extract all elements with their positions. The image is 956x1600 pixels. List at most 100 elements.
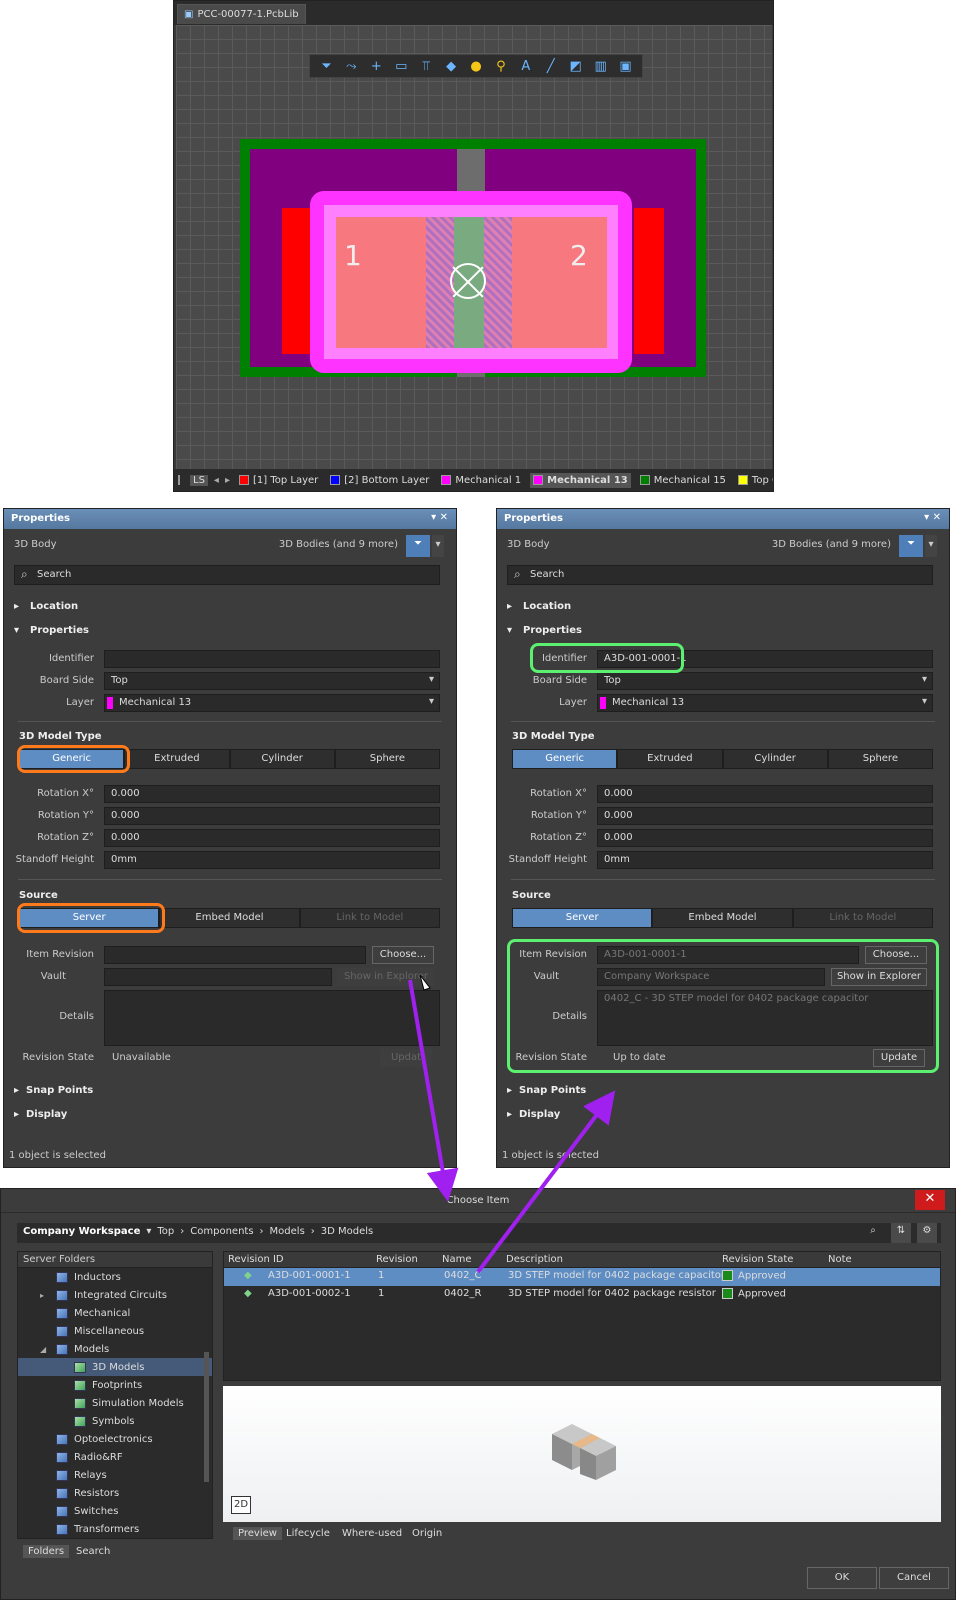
folders-tab[interactable]: Folders bbox=[23, 1545, 70, 1558]
source-link-to-model[interactable]: Link to Model bbox=[792, 908, 933, 928]
current-layer-swatch[interactable] bbox=[178, 475, 180, 485]
panel-controls-icon[interactable]: ▾ ✕ bbox=[924, 512, 941, 523]
folders-header[interactable]: Server Folders bbox=[18, 1252, 212, 1268]
refresh-icon[interactable]: ⇅ bbox=[891, 1223, 911, 1243]
align-icon[interactable]: ⫪ bbox=[416, 59, 436, 74]
table-row[interactable]: ◆ A3D-001-0001-1 1 0402_C 3D STEP model for … bbox=[224, 1268, 940, 1286]
location-section[interactable]: ▸ bbox=[507, 601, 512, 612]
display-section[interactable]: ▸ bbox=[14, 1109, 19, 1120]
folder-item[interactable]: Radio&RF bbox=[18, 1448, 212, 1466]
show-in-explorer-button[interactable]: Show in Explorer bbox=[338, 968, 434, 986]
source-embed-model[interactable]: Embed Model bbox=[652, 908, 793, 928]
snap-points-section[interactable]: ▸ bbox=[14, 1085, 19, 1096]
ok-button[interactable]: OK bbox=[807, 1567, 877, 1589]
cancel-button[interactable]: Cancel bbox=[879, 1567, 949, 1589]
folder-item[interactable]: Simulation Models bbox=[18, 1394, 212, 1412]
breadcrumb-item[interactable]: Top bbox=[157, 1226, 174, 1240]
rotation-z-field[interactable]: 0.000 bbox=[597, 829, 933, 847]
details-field[interactable] bbox=[104, 990, 440, 1046]
folder-item[interactable]: ▸ Integrated Circuits bbox=[18, 1286, 212, 1304]
layer-tab[interactable]: [2] Bottom Layer bbox=[327, 473, 432, 488]
column-header[interactable]: Revision ID bbox=[228, 1254, 284, 1265]
panel-controls-icon[interactable]: ▾ ✕ bbox=[431, 512, 448, 523]
filter-dropdown-icon[interactable]: ▾ bbox=[432, 535, 444, 557]
model-type-extruded[interactable]: Extruded bbox=[124, 749, 230, 769]
folder-item[interactable]: ◢ Models bbox=[18, 1340, 212, 1358]
cross-icon[interactable]: + bbox=[366, 59, 386, 74]
gear-icon[interactable]: ⚙ bbox=[917, 1223, 937, 1243]
filter-button[interactable]: ⏷ bbox=[406, 535, 430, 557]
layer-select[interactable]: Mechanical 13 bbox=[597, 694, 933, 712]
breadcrumb-item[interactable]: 3D Models bbox=[321, 1226, 373, 1240]
source-embed-model[interactable]: Embed Model bbox=[159, 908, 300, 928]
preview-tab[interactable]: Origin bbox=[407, 1527, 447, 1540]
layer-tab[interactable]: Mechanical 15 bbox=[637, 473, 729, 488]
filter-icon[interactable]: ⏷ bbox=[316, 59, 336, 74]
line-icon[interactable]: ╱ bbox=[541, 59, 561, 74]
board-side-select[interactable]: Top bbox=[104, 672, 440, 690]
standoff-height-field[interactable]: 0mm bbox=[104, 851, 440, 869]
snap-points-section[interactable]: ▸ bbox=[507, 1085, 512, 1096]
properties-section[interactable]: ▾ bbox=[507, 625, 512, 636]
filter-button[interactable]: ⏷ bbox=[899, 535, 923, 557]
folder-item[interactable]: Transformers bbox=[18, 1520, 212, 1538]
choose-button[interactable]: Choose... bbox=[372, 946, 434, 964]
rotation-z-field[interactable]: 0.000 bbox=[104, 829, 440, 847]
pad-icon[interactable]: ● bbox=[466, 59, 486, 74]
rotation-x-field[interactable]: 0.000 bbox=[104, 785, 440, 803]
layer-tab[interactable]: [1] Top Layer bbox=[236, 473, 321, 488]
search-input[interactable]: Search bbox=[507, 565, 933, 585]
folder-item[interactable]: 3D Models bbox=[18, 1358, 212, 1376]
scroll-left-icon[interactable]: ◂ bbox=[214, 475, 219, 486]
model-type-cylinder[interactable]: Cylinder bbox=[722, 749, 828, 769]
top-layer-pad-right[interactable] bbox=[634, 208, 664, 354]
close-icon[interactable]: ✕ bbox=[915, 1190, 945, 1210]
item-revision-field[interactable] bbox=[104, 946, 366, 964]
workspace-selector[interactable]: Company Workspace bbox=[23, 1226, 140, 1240]
column-header[interactable]: Description bbox=[506, 1254, 563, 1265]
chart-icon[interactable]: ▥ bbox=[591, 59, 611, 74]
top-layer-pad-left[interactable] bbox=[282, 208, 312, 354]
column-header[interactable]: Revision bbox=[376, 1254, 418, 1265]
view-icon[interactable]: ▣ bbox=[616, 59, 636, 74]
folder-item[interactable]: Footprints bbox=[18, 1376, 212, 1394]
pcb-canvas[interactable]: ⏷ ⤳ + ▭ ⫪ ◆ ● ⚲ A ╱ ◩ ▥ ▣ 1 2 bbox=[176, 25, 772, 469]
select-rect-icon[interactable]: ▭ bbox=[391, 59, 411, 74]
layer-tab[interactable]: Mechanical 1 bbox=[438, 473, 524, 488]
column-header[interactable]: Revision State bbox=[722, 1254, 793, 1265]
search-icon[interactable]: ⌕ bbox=[863, 1223, 883, 1243]
folder-item[interactable]: Mechanical bbox=[18, 1304, 212, 1322]
collapse-icon[interactable]: ◢ bbox=[40, 1345, 46, 1354]
folder-item[interactable]: Inductors bbox=[18, 1268, 212, 1286]
preview-tab[interactable]: Lifecycle bbox=[281, 1527, 335, 1540]
folders-tab[interactable]: Search bbox=[71, 1545, 115, 1558]
layer-select[interactable]: Mechanical 13 bbox=[104, 694, 440, 712]
model-type-sphere[interactable]: Sphere bbox=[334, 749, 440, 769]
column-header[interactable]: Name bbox=[442, 1254, 472, 1265]
standoff-height-field[interactable]: 0mm bbox=[597, 851, 933, 869]
breadcrumb-item[interactable]: Components bbox=[190, 1226, 253, 1240]
via-icon[interactable]: ⚲ bbox=[491, 59, 511, 74]
model-type-sphere[interactable]: Sphere bbox=[827, 749, 933, 769]
dimension-icon[interactable]: ◩ bbox=[566, 59, 586, 74]
source-server[interactable]: Server bbox=[512, 908, 653, 928]
route-icon[interactable]: ⤳ bbox=[341, 59, 361, 74]
folder-item[interactable]: Relays bbox=[18, 1466, 212, 1484]
board-side-select[interactable]: Top bbox=[597, 672, 933, 690]
display-section[interactable]: ▸ bbox=[507, 1109, 512, 1120]
scroll-right-icon[interactable]: ▸ bbox=[225, 475, 230, 486]
identifier-field[interactable] bbox=[104, 650, 440, 668]
rotation-x-field[interactable]: 0.000 bbox=[597, 785, 933, 803]
vault-field[interactable] bbox=[104, 968, 332, 986]
properties-section[interactable]: ▾ bbox=[14, 625, 19, 636]
folder-item[interactable]: Optoelectronics bbox=[18, 1430, 212, 1448]
search-input[interactable]: Search bbox=[14, 565, 440, 585]
rotation-y-field[interactable]: 0.000 bbox=[104, 807, 440, 825]
model-type-cylinder[interactable]: Cylinder bbox=[229, 749, 335, 769]
expand-icon[interactable]: ▸ bbox=[40, 1291, 44, 1300]
model-type-generic[interactable]: Generic bbox=[512, 749, 618, 769]
model-type-extruded[interactable]: Extruded bbox=[617, 749, 723, 769]
rotation-y-field[interactable]: 0.000 bbox=[597, 807, 933, 825]
preview-tab[interactable]: Where-used bbox=[337, 1527, 407, 1540]
breadcrumb-item[interactable]: Models bbox=[270, 1226, 305, 1240]
